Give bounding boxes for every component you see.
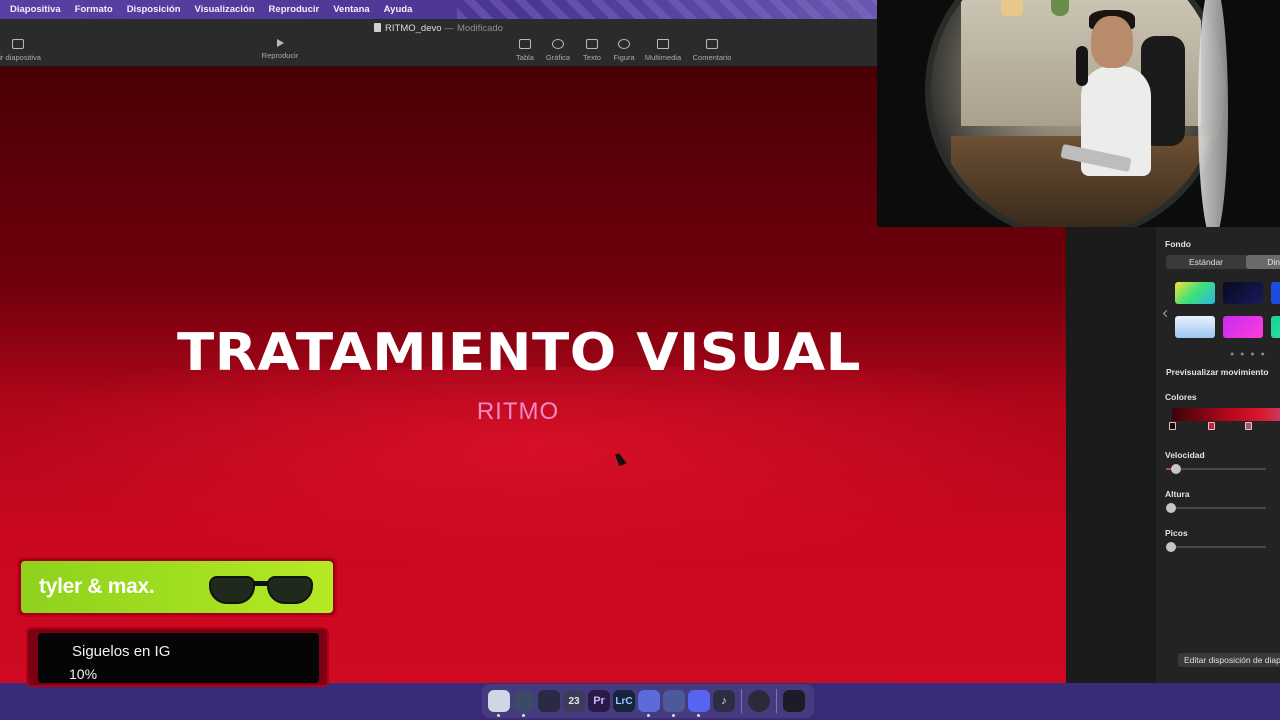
menu-visualizacion[interactable]: Visualización: [195, 4, 255, 15]
keynote-icon[interactable]: [638, 690, 660, 717]
menu-ventana[interactable]: Ventana: [333, 4, 369, 15]
edit-slide-layout-button[interactable]: Editar disposición de diap: [1178, 653, 1280, 667]
colors-label: Colores: [1165, 392, 1197, 402]
slide-subtitle[interactable]: RITMO: [418, 398, 618, 426]
slide-background-glow: [0, 367, 1066, 567]
dock-separator: [741, 689, 742, 713]
swatch-page-dots: ● ● ● ●: [1230, 351, 1267, 358]
swatch-blue[interactable]: [1271, 282, 1280, 304]
follow-progress: 10%: [69, 666, 98, 682]
gradient-stop[interactable]: [1169, 422, 1176, 430]
brand-banner: tyler & max.: [17, 557, 337, 617]
keynote-toolbar: RITMO_devo—Modificado dir diapositiva Re…: [0, 19, 877, 67]
shape-label: Figura: [613, 53, 635, 62]
speed-label: Velocidad: [1165, 450, 1205, 460]
comment-button[interactable]: Comentario: [684, 39, 740, 62]
preview-icon[interactable]: [663, 690, 685, 717]
menubar-wallpaper-pattern: [457, 0, 877, 19]
discord-icon[interactable]: [688, 690, 710, 717]
add-slide-label: dir diapositiva: [0, 53, 41, 62]
lightroom-icon[interactable]: LrC: [613, 690, 635, 712]
media-button[interactable]: Multimedia: [635, 39, 691, 62]
document-status: Modificado: [457, 23, 503, 34]
follow-banner: Siguelos en IG 10%: [26, 627, 329, 687]
play-label: Reproducir: [261, 51, 299, 60]
add-slide-icon: [12, 39, 24, 49]
menu-ayuda[interactable]: Ayuda: [384, 4, 413, 15]
segment-dynamic[interactable]: Diná: [1246, 255, 1280, 269]
follow-title: Siguelos en IG: [72, 643, 171, 660]
menu-bar: Diapositiva Formato Disposición Visualiz…: [0, 0, 877, 19]
height-slider-knob[interactable]: [1166, 503, 1176, 513]
comment-label: Comentario: [692, 53, 732, 62]
peaks-slider-knob[interactable]: [1166, 542, 1176, 552]
trash-icon[interactable]: [783, 690, 805, 712]
inspector-panel: Fondo Estándar Diná ● ● ● ● Previsualiza…: [1156, 227, 1280, 683]
peaks-label: Picos: [1165, 528, 1188, 538]
document-title: RITMO_devo — Modificado: [0, 23, 877, 34]
safari-icon[interactable]: [513, 690, 535, 717]
swatch-magenta[interactable]: [1223, 316, 1263, 338]
screen: Diapositiva Formato Disposición Visualiz…: [0, 0, 1280, 720]
gradient-stop[interactable]: [1208, 422, 1215, 430]
menu-formato[interactable]: Formato: [75, 4, 113, 15]
speed-slider[interactable]: [1166, 468, 1266, 470]
chart-icon: [552, 39, 564, 49]
height-slider[interactable]: [1166, 507, 1266, 509]
menu-reproducir[interactable]: Reproducir: [269, 4, 320, 15]
background-section-label: Fondo: [1165, 239, 1191, 249]
dock-separator: [776, 689, 777, 713]
activity-monitor-icon[interactable]: [748, 690, 770, 712]
preview-motion-button[interactable]: Previsualizar movimiento: [1166, 367, 1269, 377]
document-icon: [374, 23, 382, 32]
media-label: Multimedia: [644, 53, 682, 62]
height-label: Altura: [1165, 489, 1190, 499]
swatch-sky[interactable]: [1175, 316, 1215, 338]
play-icon: [276, 39, 284, 47]
background-type-segmented-control: Estándar Diná: [1166, 255, 1280, 269]
swatch-rainbow[interactable]: [1175, 282, 1215, 304]
webcam-fisheye-image: [925, 0, 1225, 227]
finder-icon[interactable]: [488, 690, 510, 717]
document-name: RITMO_devo: [385, 23, 442, 34]
comment-icon: [706, 39, 718, 49]
gradient-stop[interactable]: [1245, 422, 1252, 430]
color-gradient-bar[interactable]: [1172, 408, 1280, 421]
inspector-gap: [1066, 227, 1156, 683]
brand-text: tyler & max.: [39, 575, 155, 598]
chevron-left-icon[interactable]: [1162, 309, 1171, 318]
shape-icon: [618, 39, 630, 49]
menu-diapositiva[interactable]: Diapositiva: [10, 4, 61, 15]
swatch-midnight[interactable]: [1223, 282, 1263, 304]
peaks-slider[interactable]: [1166, 546, 1266, 548]
slide-title[interactable]: TRATAMIENTO VISUAL: [144, 323, 894, 383]
play-button[interactable]: Reproducir: [252, 39, 308, 60]
menu-disposicion[interactable]: Disposición: [127, 4, 181, 15]
music-icon[interactable]: ♪: [713, 690, 735, 712]
calendar-icon[interactable]: 23: [563, 690, 585, 712]
sunglasses-image: [209, 573, 315, 605]
notes-icon[interactable]: [538, 690, 560, 712]
media-icon: [657, 39, 669, 49]
premiere-icon[interactable]: Pr: [588, 690, 610, 712]
speed-slider-knob[interactable]: [1171, 464, 1181, 474]
add-slide-button[interactable]: dir diapositiva: [0, 39, 46, 62]
swatch-teal[interactable]: [1271, 316, 1280, 338]
webcam-overlay: [877, 0, 1280, 227]
segment-standard[interactable]: Estándar: [1166, 255, 1246, 269]
dock: 23 Pr LrC ♪: [482, 684, 814, 718]
